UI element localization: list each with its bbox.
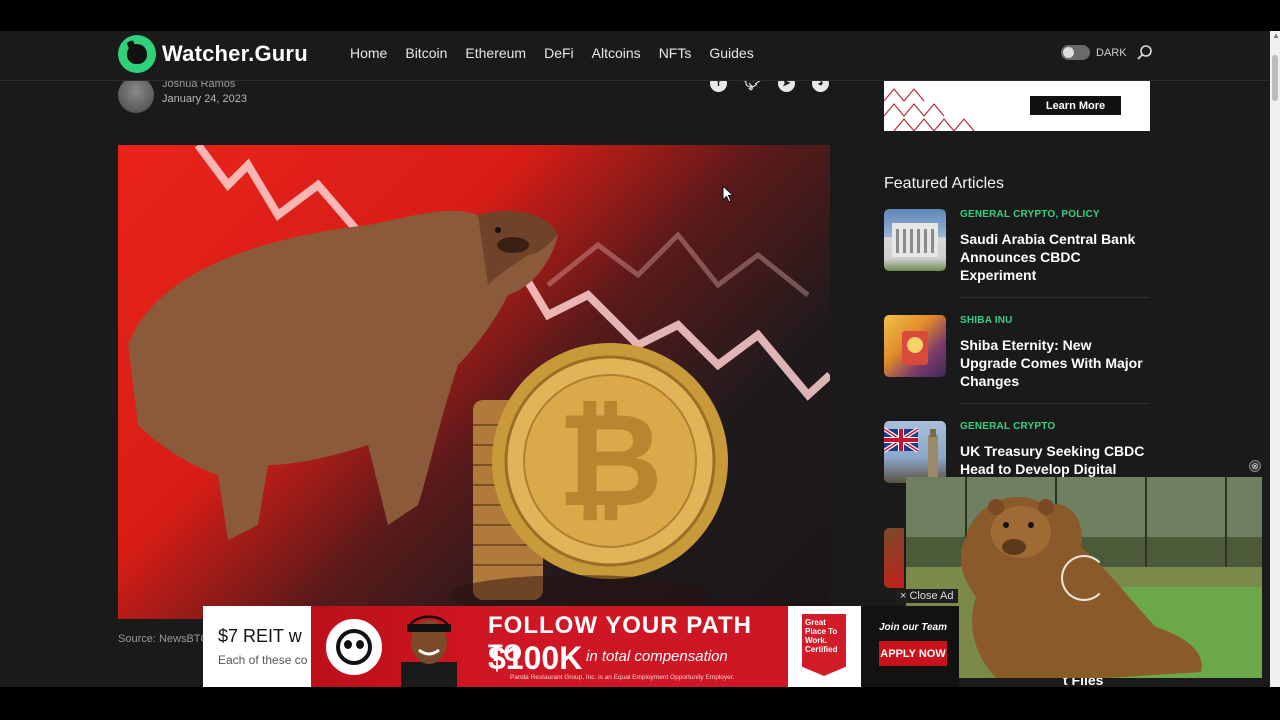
article-category[interactable]: SHIBA INU [960, 315, 1013, 326]
divider [960, 297, 1150, 298]
logo-text: Watcher.Guru [162, 41, 308, 66]
close-ad-button[interactable]: × Close Ad [896, 589, 958, 603]
dark-mode-toggle[interactable]: DARK [1061, 45, 1127, 60]
ad-amount: $100K [488, 640, 583, 676]
nav-bitcoin[interactable]: Bitcoin [405, 45, 447, 61]
great-place-badge-panel: Great Place To Work. Certified [788, 606, 861, 687]
nav-defi[interactable]: DeFi [544, 45, 574, 61]
mouse-cursor-icon [722, 185, 734, 203]
site-header: Watcher.Guru Home Bitcoin Ethereum DeFi … [0, 31, 1270, 81]
panda-ad-panel[interactable] [311, 606, 470, 687]
nav-altcoins[interactable]: Altcoins [592, 45, 641, 61]
image-source-caption: Source: NewsBTC [118, 633, 209, 645]
scrollbar-thumb[interactable] [1272, 55, 1278, 101]
loading-spinner-icon [1061, 555, 1107, 601]
dark-mode-label: DARK [1096, 46, 1127, 59]
nav-home[interactable]: Home [350, 45, 387, 61]
site-logo[interactable]: Watcher.Guru [118, 35, 308, 73]
join-team-panel[interactable]: Join our Team APPLY NOW [861, 606, 959, 687]
panda-express-logo-icon [323, 616, 385, 678]
employee-photo [401, 615, 457, 687]
article-category[interactable]: GENERAL CRYPTO, POLICY [960, 209, 1100, 220]
article-headline[interactable]: Shiba Eternity: New Upgrade Comes With M… [960, 336, 1152, 390]
nav-ethereum[interactable]: Ethereum [465, 45, 526, 61]
search-icon[interactable] [1136, 44, 1154, 62]
join-team-text: Join our Team [879, 622, 947, 633]
featured-articles-heading: Featured Articles [884, 175, 1005, 192]
apply-now-button[interactable]: APPLY NOW [879, 641, 947, 666]
article-thumbnail[interactable] [884, 421, 946, 483]
reit-ad-title: $7 REIT w [218, 626, 302, 646]
publish-date: January 24, 2023 [162, 93, 248, 105]
compensation-ad-panel[interactable]: FOLLOW YOUR PATH TO $100K in total compe… [470, 606, 788, 687]
great-place-to-work-badge: Great Place To Work. Certified [802, 614, 846, 676]
article-category[interactable]: GENERAL CRYPTO [960, 421, 1055, 432]
dog-logo-icon [118, 35, 156, 73]
article-thumbnail[interactable] [884, 315, 946, 377]
main-nav: Home Bitcoin Ethereum DeFi Altcoins NFTs… [350, 45, 754, 61]
ad-compensation-text: in total compensation [586, 648, 728, 665]
article-thumbnail[interactable] [884, 528, 904, 588]
nav-nfts[interactable]: NFTs [659, 45, 692, 61]
nav-guides[interactable]: Guides [709, 45, 753, 61]
divider [960, 403, 1150, 404]
article-headline[interactable]: UK Treasury Seeking CBDC Head to Develop… [960, 442, 1152, 478]
svg-text:₿: ₿ [557, 384, 663, 536]
avatar[interactable] [118, 77, 154, 113]
close-video-icon[interactable]: ⊗ [1249, 460, 1261, 472]
author-block: Joshua Ramos January 24, 2023 [118, 77, 247, 113]
browser-viewport: Watcher.Guru Home Bitcoin Ethereum DeFi … [0, 31, 1270, 687]
article-thumbnail[interactable] [884, 209, 946, 271]
sidebar-ad-banner[interactable]: Learn More [884, 81, 1150, 131]
article-headline[interactable]: Saudi Arabia Central Bank Announces CBDC… [960, 230, 1152, 284]
bottom-ad-banner[interactable]: $7 REIT w Each of these co FOLLOW YOUR P… [203, 606, 959, 687]
page-scrollbar[interactable]: ▲ [1270, 31, 1280, 687]
reit-ad-subtitle: Each of these co [218, 653, 308, 667]
article-hero-image: ₿ [118, 145, 830, 619]
floating-video-ad[interactable] [906, 477, 1262, 678]
toggle-switch[interactable] [1061, 45, 1090, 60]
learn-more-button[interactable]: Learn More [1030, 96, 1121, 115]
reit-ad-panel[interactable]: $7 REIT w Each of these co [203, 606, 311, 687]
scroll-up-icon[interactable]: ▲ [1272, 31, 1280, 40]
ad-fine-print: Panda Restaurant Group, Inc. is an Equal… [510, 674, 735, 681]
